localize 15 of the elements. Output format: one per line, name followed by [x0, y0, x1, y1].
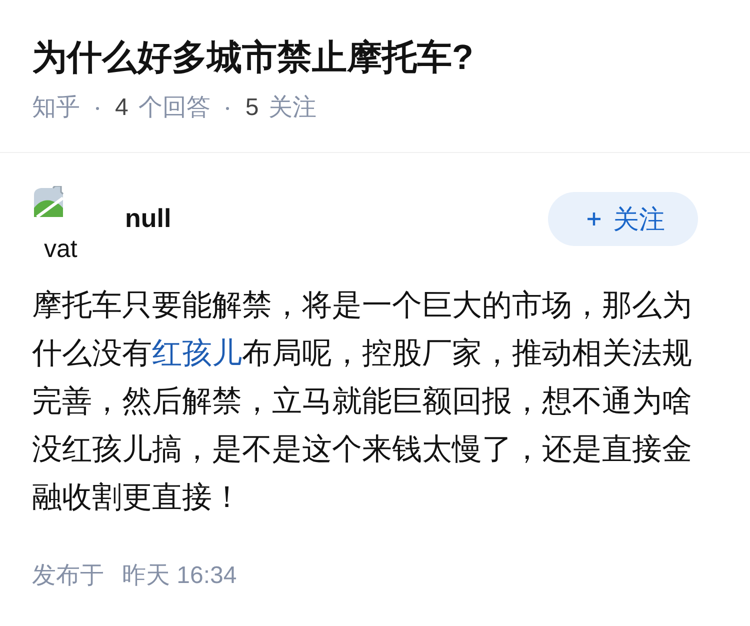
author-name[interactable]: null [125, 201, 172, 235]
plus-icon [587, 212, 601, 226]
stat-label: 个回答 [138, 93, 210, 123]
answer-text: 摩托车只要能解禁，将是一个巨大的市场，那么为什么没有红孩儿布局呢，控股厂家，推动相关法规完善，然后解禁，立马就能巨额回报，想不通为啥没红孩儿搞，是不是这个来钱太慢了，还是直接金融收割更直接！ [32, 288, 693, 516]
question-title: 为什么好多城市禁止摩托车? [32, 37, 474, 79]
source-label: 知乎 [32, 93, 80, 123]
avatar-alt-text: vat [44, 237, 78, 261]
content-link[interactable]: 红孩儿 [152, 337, 242, 370]
publish-time: 昨天 16:34 [122, 561, 237, 591]
stat-label: 关注 [268, 93, 317, 123]
follow-button[interactable]: 关注 [548, 192, 698, 246]
stat-count: 5 [245, 93, 259, 123]
broken-image-icon [33, 186, 64, 217]
stat-count: 4 [115, 93, 128, 123]
publish-label: 发布于 [32, 561, 104, 591]
